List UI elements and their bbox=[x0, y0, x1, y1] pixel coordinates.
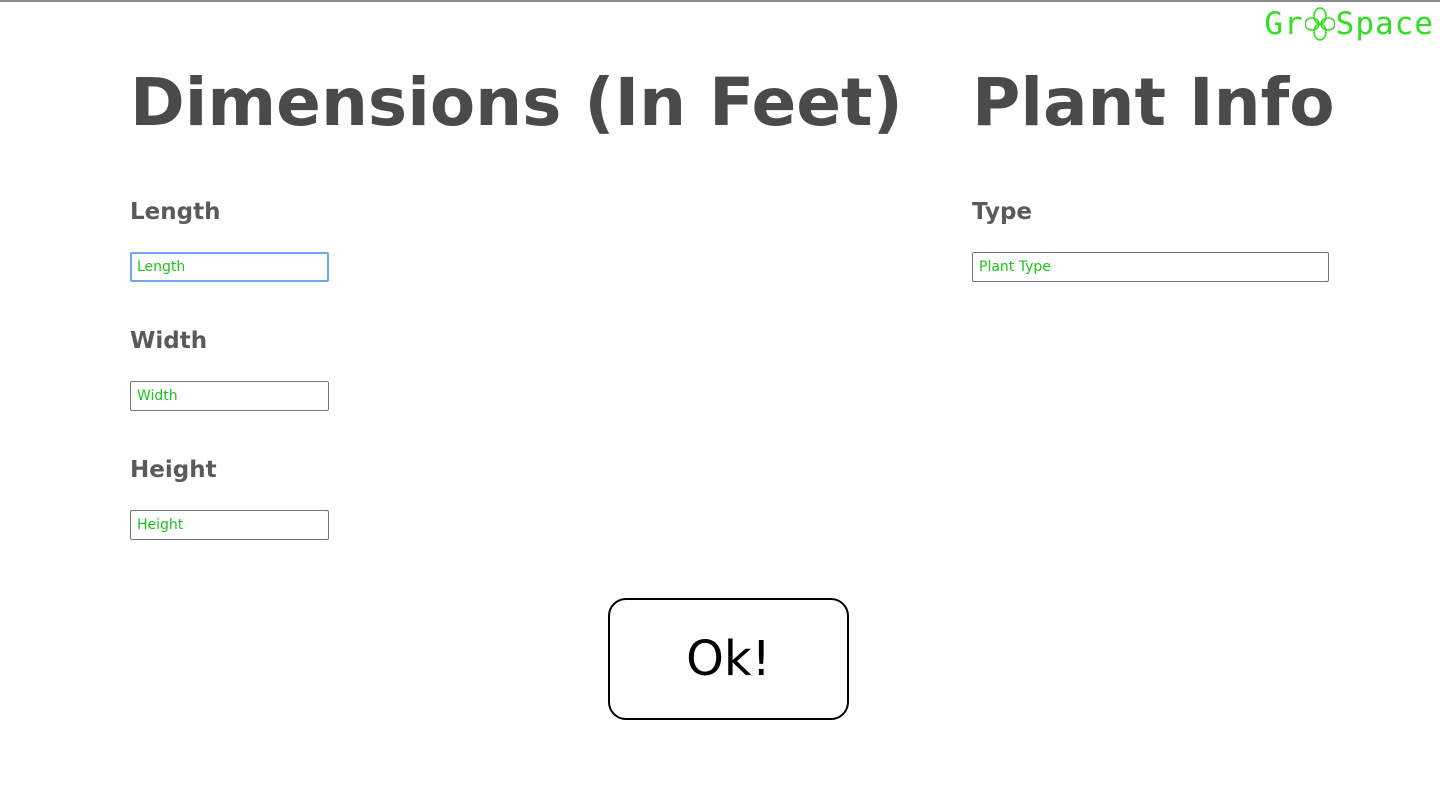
height-label: Height bbox=[130, 457, 217, 483]
length-label: Length bbox=[130, 199, 221, 225]
type-label: Type bbox=[972, 199, 1033, 225]
flower-icon bbox=[1304, 7, 1335, 41]
ok-button[interactable]: Ok! bbox=[608, 598, 849, 720]
plant-info-title: Plant Info bbox=[972, 64, 1335, 141]
height-input[interactable] bbox=[130, 510, 329, 540]
length-input[interactable] bbox=[130, 252, 329, 282]
groSpace-logo: Gr Space bbox=[1264, 4, 1434, 44]
logo-text-start: Gr bbox=[1264, 6, 1304, 42]
width-input[interactable] bbox=[130, 381, 329, 411]
top-border bbox=[0, 0, 1440, 2]
dimensions-title: Dimensions (In Feet) bbox=[130, 64, 903, 141]
logo-text-end: Space bbox=[1335, 6, 1434, 42]
width-label: Width bbox=[130, 328, 208, 354]
plant-type-input[interactable] bbox=[972, 252, 1329, 282]
